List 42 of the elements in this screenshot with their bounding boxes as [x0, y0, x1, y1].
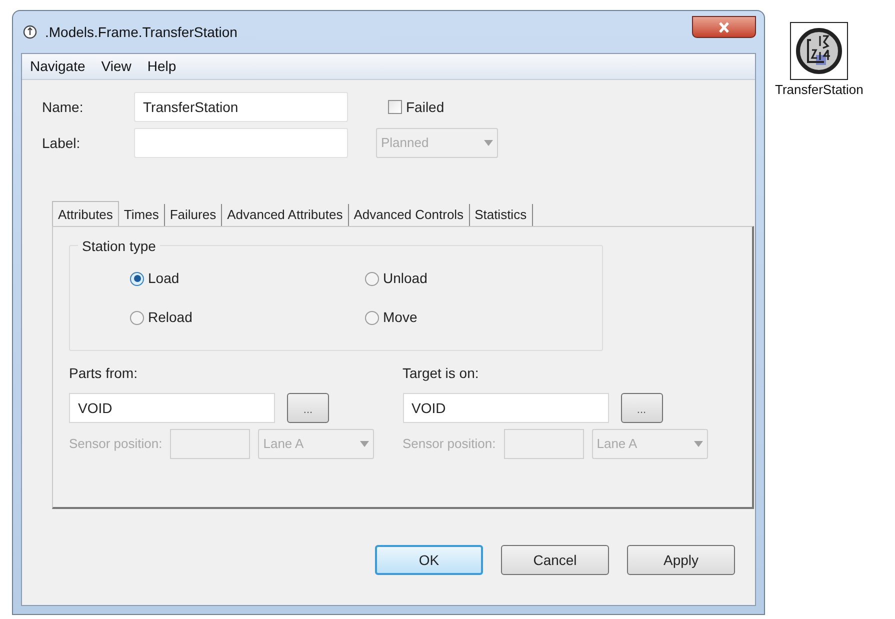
menu-item[interactable]: Navigate: [30, 56, 86, 77]
label-field[interactable]: [134, 128, 348, 158]
station-symbol-icon: [794, 26, 844, 76]
sensor-field[interactable]: [504, 429, 584, 459]
sensor-field[interactable]: [170, 429, 250, 459]
dialog-button[interactable]: Cancel: [501, 545, 609, 575]
close-icon: [718, 22, 730, 32]
dropdown-caret-icon: [484, 140, 493, 146]
tab[interactable]: Advanced Controls: [348, 204, 470, 226]
dialog-button[interactable]: OK: [375, 545, 483, 575]
checkbox-label: Failed: [406, 98, 444, 116]
station-node-icon[interactable]: [790, 22, 848, 80]
radio-label: Load: [148, 269, 180, 288]
sensor-label: Sensor position:: [69, 435, 162, 454]
window-title: .Models.Frame.TransferStation: [45, 22, 238, 42]
tab[interactable]: Advanced Attributes: [222, 204, 349, 226]
tab[interactable]: Times: [118, 204, 165, 226]
radio-button[interactable]: [365, 272, 379, 286]
tab[interactable]: Statistics: [470, 204, 533, 226]
app-icon: [23, 25, 37, 39]
node-label: TransferStation: [775, 81, 864, 99]
field-label: Parts from:: [69, 364, 138, 383]
close-button[interactable]: [692, 16, 756, 38]
sensor-label: Sensor position:: [402, 435, 496, 454]
field-label: Name:: [42, 98, 84, 116]
radio-button[interactable]: [365, 310, 379, 324]
radio-label: Unload: [383, 269, 428, 288]
radio-button[interactable]: [130, 272, 144, 286]
radio-label: Move: [383, 308, 418, 327]
menu-item[interactable]: Help: [147, 56, 176, 77]
dropdown-caret-icon: [360, 441, 370, 447]
dropdown-caret-icon: [694, 441, 703, 447]
radio-button[interactable]: [130, 310, 144, 324]
tab[interactable]: Attributes: [52, 201, 119, 227]
field-label: Label:: [42, 134, 82, 152]
field-label: Target is on:: [402, 364, 480, 383]
radio-label: Reload: [148, 308, 192, 327]
tab[interactable]: Failures: [164, 204, 222, 226]
checkbox[interactable]: [388, 100, 402, 114]
name-field[interactable]: TransferStation: [134, 92, 348, 122]
menu-item[interactable]: View: [101, 56, 132, 77]
dialog-button[interactable]: Apply: [627, 545, 735, 575]
